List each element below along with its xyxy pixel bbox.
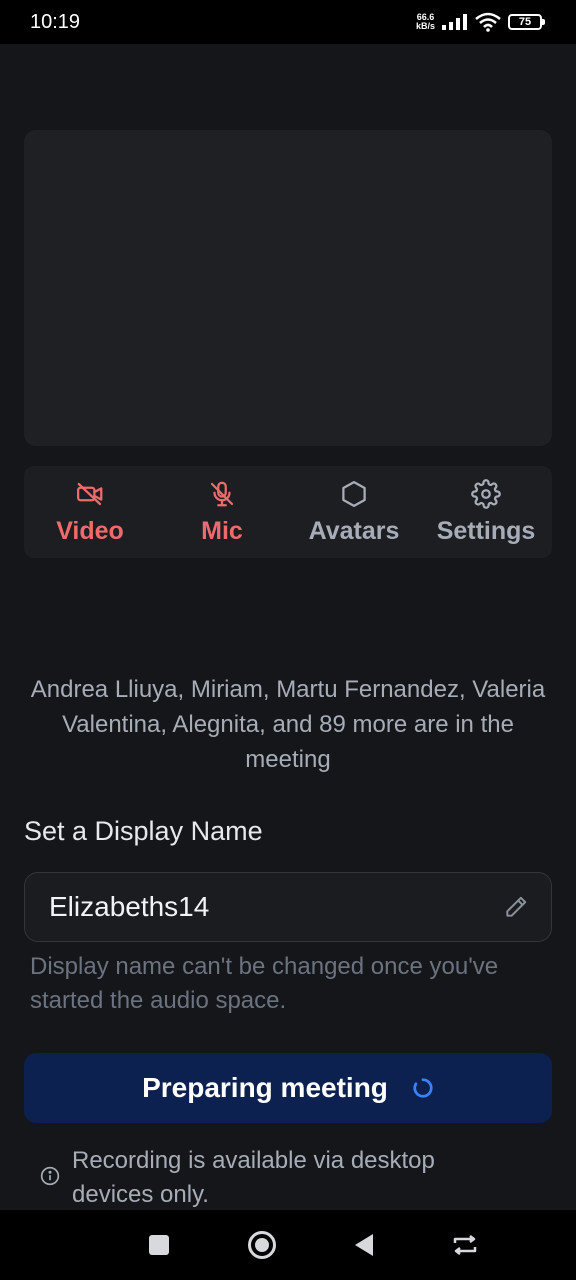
avatars-label: Avatars [308,516,400,545]
navigation-bar [0,1210,576,1280]
pencil-icon[interactable] [503,894,529,920]
media-controls: Video Mic Avatars Settings [24,466,552,558]
video-label: Video [56,516,124,545]
video-off-icon [77,482,103,505]
switch-icon [453,1235,476,1255]
mic-toggle-button[interactable]: Mic [156,466,288,558]
mic-label: Mic [201,516,243,545]
signal-icon [442,14,467,30]
preparing-meeting-label: Preparing meeting [142,1072,388,1103]
status-time: 10:19 [30,10,81,33]
battery-icon: 75 [508,14,545,30]
network-speed: 66.6 kB/s [416,13,435,31]
video-preview [24,130,552,446]
status-icons: 66.6 kB/s 75 [416,12,545,32]
video-toggle-button[interactable]: Video [24,466,156,558]
info-icon [40,1166,60,1186]
gear-icon [471,478,501,509]
display-name-field[interactable]: Elizabeths14 [24,872,552,942]
preparing-meeting-button[interactable]: Preparing meeting [24,1053,552,1123]
display-name-title: Set a Display Name [24,816,263,846]
recording-note: Recording is available via desktop devic… [40,1144,512,1212]
settings-button[interactable]: Settings [420,466,552,558]
battery-level: 75 [518,16,532,28]
avatars-button[interactable]: Avatars [288,466,420,558]
switch-app-button[interactable] [452,1234,478,1256]
mic-off-icon [210,481,234,506]
display-name-helper: Display name can't be changed once you'v… [30,953,499,1014]
display-name-value[interactable]: Elizabeths14 [49,891,503,923]
settings-label: Settings [436,516,536,545]
status-bar: 10:19 66.6 kB/s 75 [0,0,576,44]
hexagon-icon [342,480,366,507]
recents-square-icon [149,1235,170,1255]
back-triangle-icon [355,1234,374,1256]
home-circle-icon [247,1231,276,1259]
participants-summary: Andrea Lliuya, Miriam, Martu Fernandez, … [30,676,546,773]
home-button[interactable] [247,1230,277,1260]
wifi-icon [475,12,501,32]
back-button[interactable] [353,1233,375,1257]
network-speed-unit: kB/s [415,21,435,31]
recents-button[interactable] [148,1234,170,1256]
recording-note-text: Recording is available via desktop devic… [72,1147,435,1208]
loading-spinner-icon [413,1078,433,1098]
